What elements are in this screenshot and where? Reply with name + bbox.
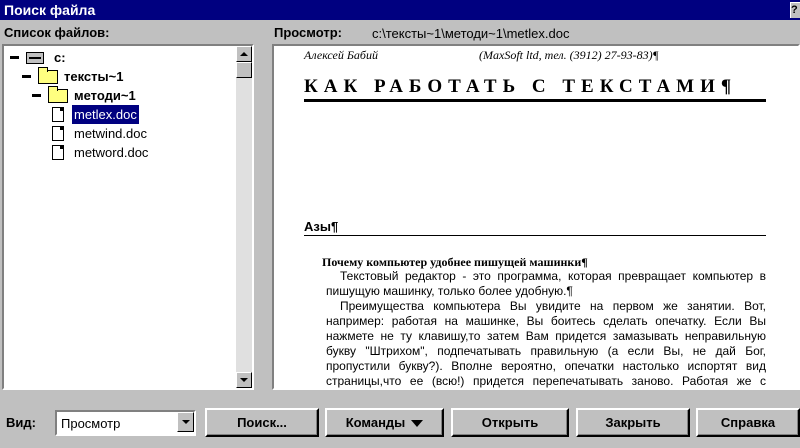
window-title: Поиск файла (4, 2, 96, 18)
help-button-label: Справка (720, 415, 776, 430)
doc-paragraph: Преимущества компьютера Вы увидите на пе… (326, 299, 766, 388)
folder-open-icon (38, 67, 58, 84)
open-button[interactable]: Открыть (451, 408, 569, 437)
tree-item-label: metwind.doc (74, 126, 147, 141)
drive-icon (26, 52, 44, 64)
commands-button[interactable]: Команды (325, 408, 444, 437)
tree-item-label: metword.doc (74, 145, 149, 160)
folder-open-icon (48, 86, 68, 103)
commands-button-label: Команды (345, 415, 406, 430)
view-select[interactable]: Просмотр (55, 410, 196, 436)
tree-item-drive-c[interactable]: c: (8, 48, 228, 67)
document-icon (52, 107, 64, 122)
preview-pane[interactable]: Алексей Бабий (MaxSoft ltd, тел. (3912) … (272, 44, 800, 390)
document-icon (52, 126, 64, 141)
tree-item-label: metlex.doc (72, 105, 139, 124)
section-rule (304, 235, 766, 236)
dropdown-arrow-icon (411, 420, 424, 428)
preview-label: Просмотр: (274, 25, 342, 40)
tree-item-file-metlex[interactable]: metlex.doc (8, 105, 228, 124)
doc-section-heading: Азы¶ (304, 219, 339, 234)
file-tree[interactable]: c: тексты~1 методи~1 metlex.doc metwind.… (2, 44, 254, 390)
help-button[interactable]: Справка (696, 408, 800, 437)
doc-author: Алексей Бабий (304, 48, 378, 62)
tree-item-file-metword[interactable]: metword.doc (8, 143, 228, 162)
help-title-button[interactable]: ? (790, 2, 800, 18)
doc-paragraph: Текстовый редактор - это программа, кото… (326, 269, 766, 298)
collapse-icon[interactable] (22, 72, 31, 81)
tree-item-label: c: (54, 50, 66, 65)
title-rule (304, 99, 766, 102)
file-list-label: Список файлов: (4, 25, 110, 40)
view-label: Вид: (6, 415, 36, 430)
close-button[interactable]: Закрыть (576, 408, 690, 437)
tree-item-file-metwind[interactable]: metwind.doc (8, 124, 228, 143)
scroll-up-button[interactable] (236, 46, 252, 62)
collapse-icon[interactable] (32, 91, 41, 100)
scroll-down-button[interactable] (236, 372, 252, 388)
search-button[interactable]: Поиск... (205, 408, 319, 437)
view-select-value[interactable]: Просмотр (55, 410, 196, 436)
tree-item-label: тексты~1 (64, 69, 124, 84)
title-bar: Поиск файла ? (0, 0, 800, 20)
arrow-down-icon (240, 378, 248, 382)
scroll-thumb[interactable] (236, 62, 252, 78)
doc-company: (MaxSoft ltd, тел. (3912) 27-93-83)¶ (479, 48, 659, 62)
view-select-dropdown-button[interactable] (177, 412, 194, 432)
close-button-label: Закрыть (605, 415, 661, 430)
open-button-label: Открыть (481, 415, 539, 430)
doc-subheading: Почему компьютер удобнее пишущей машинки… (322, 255, 588, 269)
tree-item-label: методи~1 (74, 88, 136, 103)
tree-item-folder-texts[interactable]: тексты~1 (8, 67, 228, 86)
tree-item-folder-methods[interactable]: методи~1 (8, 86, 228, 105)
collapse-icon[interactable] (10, 53, 19, 62)
chevron-down-icon (182, 420, 190, 424)
doc-title: КАК РАБОТАТЬ С ТЕКСТАМИ¶ (304, 76, 738, 97)
preview-path: c:\тексты~1\методи~1\metlex.doc (372, 26, 570, 41)
document-icon (52, 145, 64, 160)
arrow-up-icon (240, 52, 248, 56)
search-button-label: Поиск... (237, 415, 287, 430)
tree-scrollbar[interactable] (236, 46, 252, 388)
